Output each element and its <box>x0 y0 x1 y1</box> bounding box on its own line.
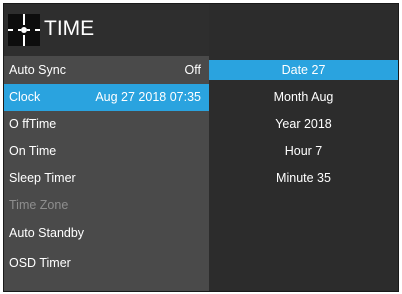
menu-item-label: O ffTime <box>9 117 57 131</box>
menu-item-time-zone: Time Zone <box>4 192 209 219</box>
menu-header: TIME <box>4 4 209 56</box>
menu-item-label: Sleep Timer <box>9 171 76 185</box>
menu-item-on-time[interactable]: On Time <box>4 138 209 165</box>
menu-item-label: Auto Sync <box>9 63 66 77</box>
menu-item-label: Time Zone <box>9 198 69 212</box>
clock-date-field[interactable]: Date 27 <box>209 60 398 80</box>
page-title: TIME <box>44 17 95 40</box>
menu-item-label: On Time <box>9 144 57 158</box>
menu-item-label: Auto Standby <box>9 226 85 240</box>
menu-item-off-time[interactable]: O ffTime <box>4 111 209 138</box>
clock-minute-field[interactable]: Minute 35 <box>209 168 398 188</box>
time-menu-osd: TIME Auto Sync Off Clock Aug 27 2018 07:… <box>3 3 399 292</box>
clock-month-field[interactable]: Month Aug <box>209 87 398 107</box>
menu-item-value: Off <box>184 63 201 77</box>
menu-item-osd-timer[interactable]: OSD Timer <box>4 250 209 277</box>
clock-crosshair-icon <box>8 14 40 46</box>
clock-submenu-panel: Date 27 Month Aug Year 2018 Hour 7 Minut… <box>209 4 398 291</box>
menu-item-auto-sync[interactable]: Auto Sync Off <box>4 57 209 84</box>
clock-hour-field[interactable]: Hour 7 <box>209 141 398 161</box>
clock-year-field[interactable]: Year 2018 <box>209 114 398 134</box>
menu-item-label: Clock <box>9 90 41 104</box>
menu-item-value: Aug 27 2018 07:35 <box>95 90 201 104</box>
menu-item-clock[interactable]: Clock Aug 27 2018 07:35 <box>4 84 209 111</box>
menu-item-auto-standby[interactable]: Auto Standby <box>4 220 209 247</box>
menu-item-label: OSD Timer <box>9 256 71 270</box>
menu-item-sleep-timer[interactable]: Sleep Timer <box>4 165 209 192</box>
menu-panel: TIME Auto Sync Off Clock Aug 27 2018 07:… <box>4 4 209 291</box>
